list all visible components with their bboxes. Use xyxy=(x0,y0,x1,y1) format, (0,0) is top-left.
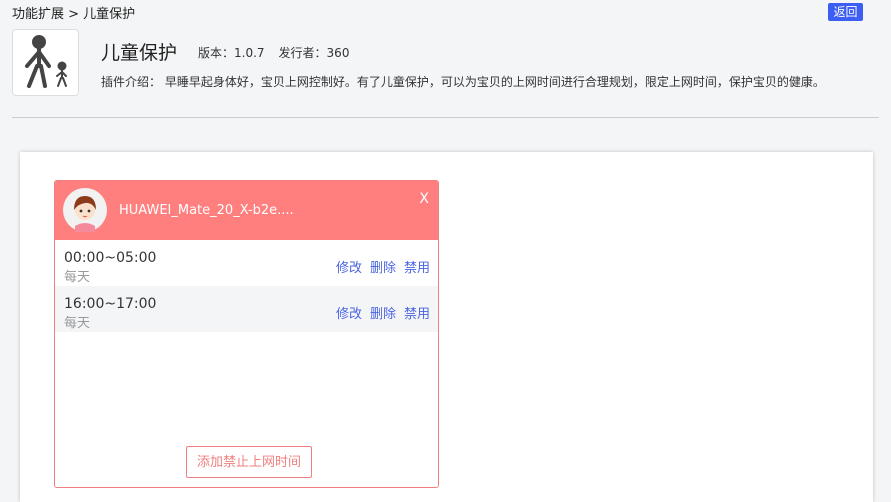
delete-link[interactable]: 删除 xyxy=(370,261,396,276)
time-rule-row: 16:00~17:00 每天 修改 删除 禁用 xyxy=(55,286,438,332)
time-rule-row: 00:00~05:00 每天 修改 删除 禁用 xyxy=(55,240,438,286)
child-avatar xyxy=(63,188,107,232)
child-protection-icon xyxy=(12,29,79,96)
add-blocked-time-button[interactable]: 添加禁止上网时间 xyxy=(186,446,312,478)
close-icon[interactable]: X xyxy=(419,191,429,207)
plugin-publisher: 发行者：360 xyxy=(278,46,350,60)
back-button[interactable]: 返回 xyxy=(828,3,863,21)
disable-link[interactable]: 禁用 xyxy=(404,307,430,322)
edit-link[interactable]: 修改 xyxy=(336,307,362,322)
delete-link[interactable]: 删除 xyxy=(370,307,396,322)
breadcrumb: 功能扩展 > 儿童保护 xyxy=(12,7,136,22)
device-card: HUAWEI_Mate_20_X-b2e.... X 00:00~05:00 每… xyxy=(54,180,439,488)
device-header: HUAWEI_Mate_20_X-b2e.... X xyxy=(55,181,438,240)
content-panel: HUAWEI_Mate_20_X-b2e.... X 00:00~05:00 每… xyxy=(20,152,873,502)
plugin-title: 儿童保护 xyxy=(101,42,178,64)
divider xyxy=(12,117,879,118)
device-name: HUAWEI_Mate_20_X-b2e.... xyxy=(119,203,294,218)
plugin-description: 插件介绍： 早睡早起身体好，宝贝上网控制好。有了儿童保护，可以为宝贝的上网时间进… xyxy=(101,75,825,89)
disable-link[interactable]: 禁用 xyxy=(404,261,430,276)
edit-link[interactable]: 修改 xyxy=(336,261,362,276)
plugin-version: 版本：1.0.7 xyxy=(198,46,265,60)
